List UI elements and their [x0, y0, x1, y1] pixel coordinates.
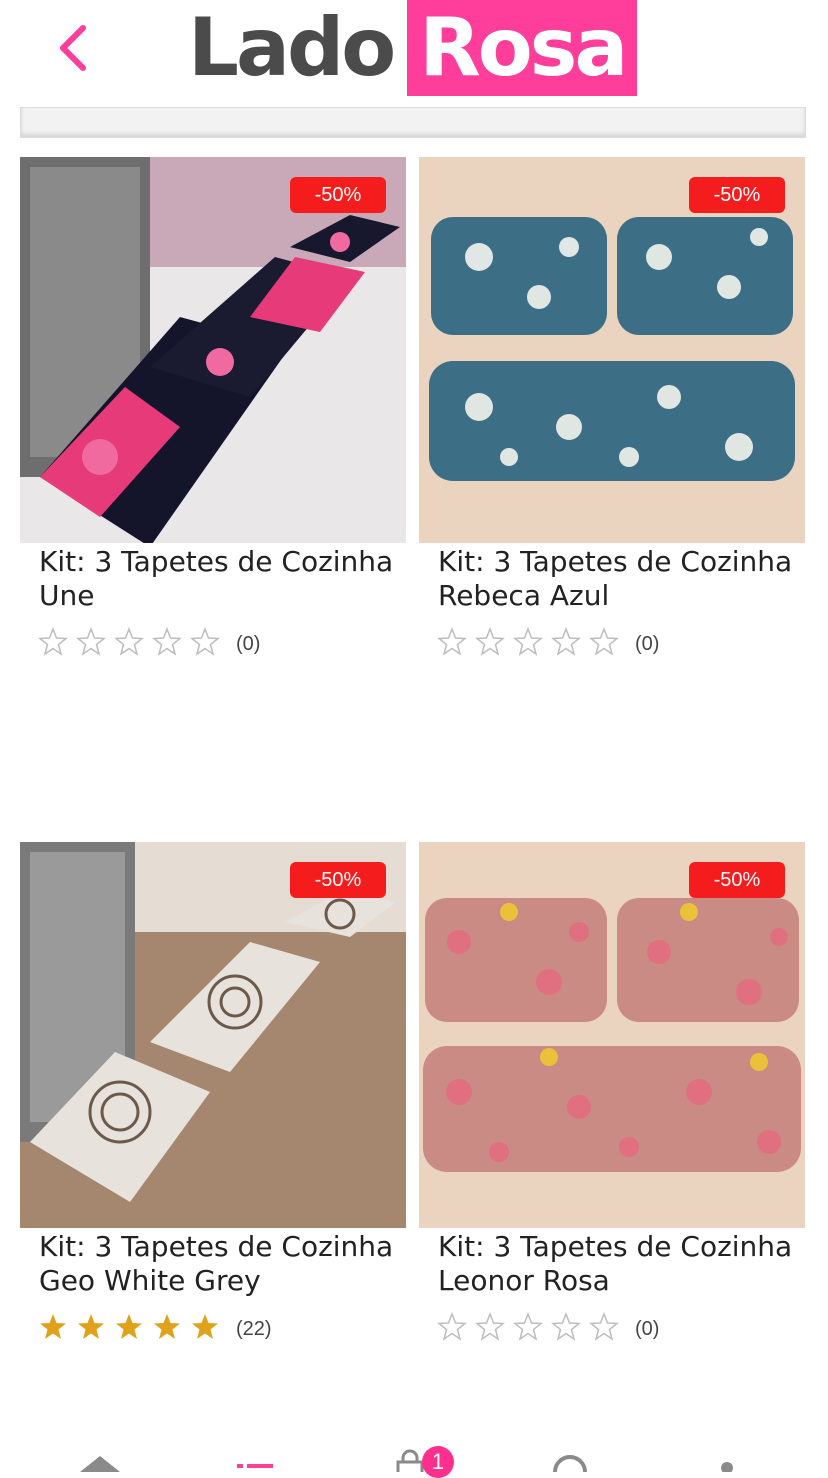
star-empty-icon: [475, 1311, 505, 1341]
star-rating: [433, 626, 623, 662]
star-filled-icon: [154, 1313, 180, 1339]
back-button[interactable]: [48, 18, 98, 78]
product-card[interactable]: -50% Kit: 3 Tapetes de Cozinha Rebeca Az…: [419, 157, 805, 661]
home-icon: [80, 1456, 120, 1472]
brand-logo[interactable]: Lado Rosa: [188, 0, 638, 96]
cart-count-badge: 1: [422, 1446, 454, 1478]
star-rating: [34, 1312, 224, 1347]
rating: (0): [433, 1311, 805, 1347]
filter-bar[interactable]: [20, 107, 806, 138]
discount-badge: -50%: [290, 862, 386, 898]
product-title[interactable]: Kit: 3 Tapetes de Cozinha Rebeca Azul: [438, 545, 798, 613]
star-empty-icon: [551, 626, 581, 656]
star-filled-icon: [78, 1313, 104, 1339]
rating-count: (0): [635, 1317, 660, 1340]
product-image[interactable]: -50%: [20, 842, 406, 1228]
product-title[interactable]: Kit: 3 Tapetes de Cozinha Leonor Rosa: [438, 1230, 798, 1298]
discount-badge: -50%: [689, 177, 785, 213]
star-empty-icon: [190, 626, 220, 656]
rating-count: (22): [236, 1317, 272, 1340]
star-empty-icon: [589, 626, 619, 656]
star-empty-icon: [152, 626, 182, 656]
star-filled-icon: [40, 1313, 66, 1339]
star-empty-icon: [475, 626, 505, 656]
tab-search[interactable]: [530, 1420, 610, 1478]
star-empty-icon: [114, 626, 144, 656]
star-filled-icon: [116, 1313, 142, 1339]
product-title[interactable]: Kit: 3 Tapetes de Cozinha Geo White Grey: [39, 1230, 399, 1298]
product-image[interactable]: -50%: [419, 842, 805, 1228]
rating: (22): [34, 1312, 406, 1346]
product-title[interactable]: Kit: 3 Tapetes de Cozinha Une: [39, 545, 399, 613]
search-icon: [553, 1455, 587, 1478]
product-card[interactable]: -50% Kit: 3 Tapetes de Cozinha Leonor Ro…: [419, 842, 805, 1346]
logo-text-lado: Lado: [188, 1, 396, 94]
product-image[interactable]: -50%: [419, 157, 805, 543]
rating-count: (0): [635, 632, 660, 655]
star-empty-icon: [513, 1311, 543, 1341]
star-empty-icon: [551, 1311, 581, 1341]
discount-badge: -50%: [290, 177, 386, 213]
product-card[interactable]: -50% Kit: 3 Tapetes de Cozinha Une (0): [20, 157, 406, 661]
tab-home[interactable]: [60, 1420, 140, 1472]
star-rating: [34, 626, 224, 662]
rating: (0): [34, 626, 406, 662]
star-empty-icon: [437, 1311, 467, 1341]
star-empty-icon: [76, 626, 106, 656]
app-header: Lado Rosa: [0, 0, 828, 100]
tab-account[interactable]: [687, 1420, 767, 1474]
star-empty-icon: [513, 626, 543, 656]
product-image[interactable]: -50%: [20, 157, 406, 543]
rating-count: (0): [236, 632, 261, 655]
bottom-tab-bar: [0, 1420, 828, 1478]
chevron-left-icon: [60, 25, 86, 71]
star-empty-icon: [437, 626, 467, 656]
discount-badge: -50%: [689, 862, 785, 898]
star-filled-icon: [192, 1313, 218, 1339]
account-icon: [721, 1462, 733, 1474]
star-empty-icon: [38, 626, 68, 656]
logo-text-rosa: Rosa: [407, 0, 638, 96]
categories-icon: [237, 1464, 273, 1468]
star-empty-icon: [589, 1311, 619, 1341]
product-card[interactable]: -50% Kit: 3 Tapetes de Cozinha Geo White…: [20, 842, 406, 1346]
star-rating: [433, 1311, 623, 1347]
tab-categories[interactable]: [215, 1420, 295, 1472]
rating: (0): [433, 626, 805, 662]
